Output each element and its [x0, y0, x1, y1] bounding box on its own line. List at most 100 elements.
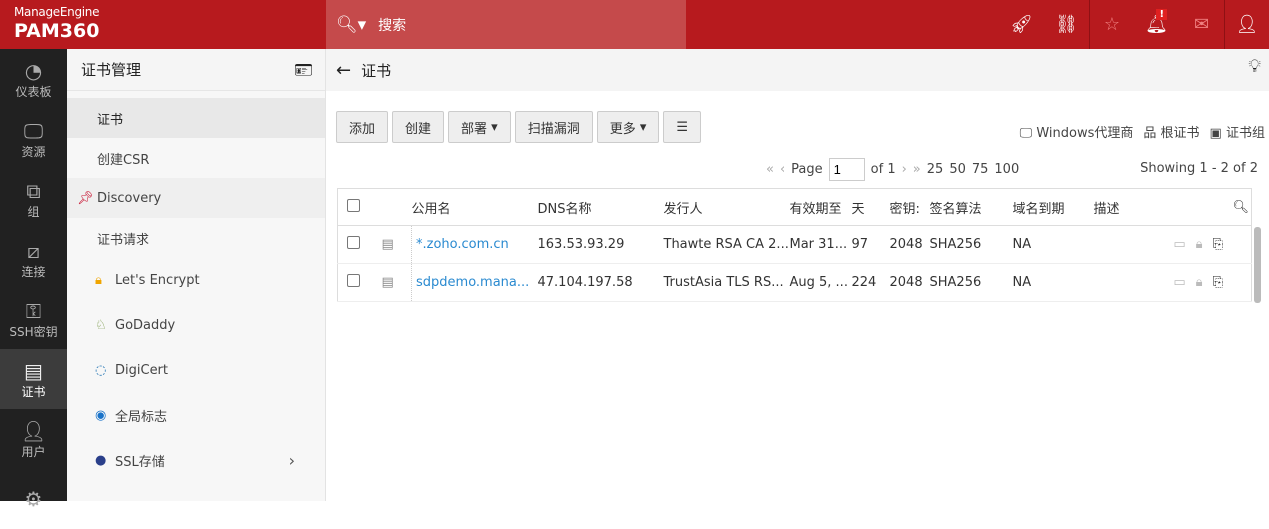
col-valid-to[interactable]: 有效期至 — [789, 188, 852, 226]
col-key[interactable]: 密钥: — [889, 188, 930, 226]
issuer: Thawte RSA CA 2... — [663, 225, 790, 264]
ssh-key-icon: ⚿ — [25, 298, 42, 323]
lightbulb-icon[interactable]: 💡︎ — [1248, 56, 1261, 77]
sub-item-digicert[interactable]: ◌ DigiCert — [67, 348, 325, 393]
nav-resources[interactable]: 🖵 资源 — [0, 109, 67, 169]
domain-expiry: NA — [1012, 225, 1094, 264]
sub-item-label: 证书 — [97, 112, 124, 128]
nav-certificates[interactable]: ▤ 证书 — [0, 349, 67, 409]
col-issuer[interactable]: 发行人 — [663, 188, 790, 226]
row-checkbox[interactable] — [347, 236, 360, 249]
nav-dashboard[interactable]: ◔ 仪表板 — [0, 49, 67, 109]
rocket-icon[interactable]: 🚀︎ — [999, 0, 1044, 49]
logo[interactable]: ManageEngine PAM360 — [14, 5, 100, 42]
nav-settings[interactable]: ⚙ — [0, 469, 67, 529]
valid-to: Mar 31... — [789, 225, 852, 264]
dns-name: 163.53.93.29 — [537, 225, 664, 264]
prev-page-icon[interactable]: ‹ — [780, 162, 785, 177]
add-button[interactable]: 添加 — [336, 111, 389, 143]
col-signature-algorithm[interactable]: 签名算法 — [929, 188, 1013, 226]
first-page-icon[interactable]: « — [766, 162, 774, 177]
page-size-100[interactable]: 100 — [994, 162, 1019, 177]
export-icon[interactable]: ⎘ — [1213, 275, 1223, 290]
col-domain-expiry[interactable]: 域名到期 — [1012, 188, 1094, 226]
sub-item-godaddy[interactable]: ♘ GoDaddy — [67, 303, 325, 348]
nav-label: 仪表板 — [15, 84, 52, 99]
search-icon[interactable]: 🔍︎▾ — [336, 15, 366, 35]
cert-group-link[interactable]: ▣ 证书组 — [1210, 122, 1265, 141]
sub-item-ssl-store[interactable]: ● SSL存储 › — [67, 438, 325, 483]
table-row[interactable]: ▤ *.zoho.com.cn 163.53.93.29 Thawte RSA … — [337, 225, 1252, 264]
user-star-icon[interactable]: ☆ — [1089, 0, 1134, 49]
deploy-button[interactable]: 部署 ▾ — [448, 111, 511, 143]
list-icon: ☰ — [676, 119, 689, 135]
dashboard-icon: ◔ — [24, 58, 43, 83]
mail-icon[interactable]: ✉ — [1179, 0, 1224, 49]
sub-item-label: GoDaddy — [115, 318, 176, 333]
create-button[interactable]: 创建 — [392, 111, 445, 143]
table-scrollbar[interactable] — [1254, 227, 1261, 303]
col-common-name[interactable]: 公用名 — [411, 188, 538, 226]
bell-icon[interactable]: 🔔︎! — [1134, 0, 1179, 49]
lock-icon[interactable]: 🔒︎ — [1196, 237, 1203, 252]
search-bar[interactable]: 🔍︎▾ 搜索 — [326, 0, 686, 49]
main-content: ← 证书 💡︎ 添加 创建 部署 ▾ 扫描漏洞 更多 ▾ ☰ 🖵 Windows代理… — [326, 49, 1269, 501]
cert-group-label: 证书组 — [1225, 126, 1265, 141]
sub-item-cert-requests[interactable]: 证书请求 — [67, 218, 325, 258]
nav-ssh-keys[interactable]: ⚿ SSH密钥 — [0, 289, 67, 349]
page-size-50[interactable]: 50 — [949, 162, 966, 177]
col-dns-name[interactable]: DNS名称 — [537, 188, 664, 226]
page-input[interactable] — [828, 158, 865, 181]
sub-item-global-sign[interactable]: ◉ 全局标志 — [67, 393, 325, 438]
certificate-details-icon[interactable]: ▤ — [382, 275, 394, 290]
search-icon[interactable]: 🔍︎ — [1232, 200, 1249, 215]
page-size-75[interactable]: 75 — [972, 162, 989, 177]
user-profile-icon[interactable]: 👤︎ — [1224, 0, 1269, 49]
edit-certificate-icon[interactable]: ▭ — [1173, 237, 1185, 252]
edit-certificate-icon[interactable]: ▭ — [1173, 275, 1185, 290]
common-name-link[interactable]: sdpdemo.mana... — [416, 275, 529, 290]
lets-encrypt-icon: 🔒︎ — [95, 273, 102, 288]
link-icon[interactable]: ⛓︎ — [1044, 0, 1089, 49]
next-page-icon[interactable]: › — [902, 162, 907, 177]
root-cert-icon: 品 — [1143, 126, 1157, 141]
select-all-checkbox[interactable] — [347, 198, 360, 212]
lock-icon[interactable]: 🔒︎ — [1196, 275, 1203, 290]
connection-icon: ⧄ — [27, 238, 40, 263]
signature-algorithm: SHA256 — [929, 225, 1013, 264]
column-chooser-button[interactable]: ☰ — [663, 111, 702, 143]
pin-icon[interactable]: 📌︎ — [77, 191, 94, 206]
sub-item-label: 证书请求 — [97, 232, 150, 248]
nav-connections[interactable]: ⧄ 连接 — [0, 229, 67, 289]
page-of: of 1 — [870, 162, 896, 177]
sub-item-discovery[interactable]: 📌︎ Discovery — [67, 178, 325, 218]
windows-agent-link[interactable]: 🖵 Windows代理商 — [1020, 122, 1134, 141]
nav-groups[interactable]: ⧉ 组 — [0, 169, 67, 229]
row-checkbox[interactable] — [347, 274, 360, 287]
table-row[interactable]: ▤ sdpdemo.mana... 47.104.197.58 TrustAsi… — [337, 263, 1252, 302]
sub-item-create-csr[interactable]: 创建CSR — [67, 138, 325, 178]
alert-badge: ! — [1156, 9, 1167, 20]
root-cert-link[interactable]: 品 根证书 — [1143, 122, 1199, 141]
more-button[interactable]: 更多 ▾ — [596, 111, 660, 143]
col-days[interactable]: 天 — [851, 188, 890, 226]
scan-vulnerabilities-button[interactable]: 扫描漏洞 — [514, 111, 593, 143]
export-icon[interactable]: ⎘ — [1213, 237, 1223, 252]
key-size: 2048 — [889, 263, 930, 302]
col-description[interactable]: 描述 — [1093, 188, 1222, 226]
page-size-25[interactable]: 25 — [927, 162, 944, 177]
nav-label: 证书 — [21, 384, 46, 399]
signature-algorithm: SHA256 — [929, 263, 1013, 302]
common-name-link[interactable]: *.zoho.com.cn — [416, 237, 509, 252]
sub-item-lets-encrypt[interactable]: 🔒︎ Let's Encrypt — [67, 258, 325, 303]
sub-item-certificates[interactable]: 证书 — [67, 98, 325, 138]
search-input[interactable]: 搜索 — [378, 15, 406, 35]
certificate-details-icon[interactable]: ▤ — [382, 237, 394, 252]
back-arrow-icon[interactable]: ← — [336, 60, 351, 81]
nav-users[interactable]: 👤︎ 用户 — [0, 409, 67, 469]
certificate-chat-icon[interactable]: 🪪︎ — [294, 61, 313, 79]
last-page-icon[interactable]: » — [913, 162, 921, 177]
chevron-right-icon[interactable]: › — [289, 451, 295, 470]
monitor-icon: 🖵 — [1019, 126, 1033, 141]
issuer: TrustAsia TLS RS... — [663, 263, 790, 302]
